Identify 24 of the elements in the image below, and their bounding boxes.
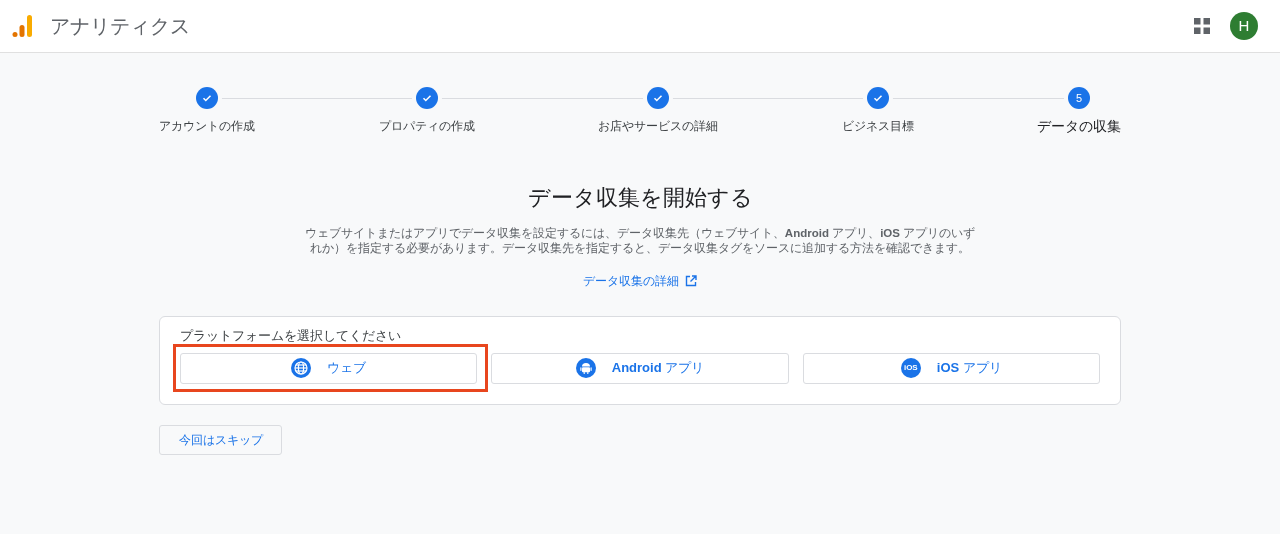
user-avatar[interactable]: H	[1230, 12, 1258, 40]
android-icon	[575, 358, 596, 378]
external-link-icon	[685, 275, 697, 287]
details-link[interactable]: データ収集の詳細	[583, 272, 697, 290]
platform-button[interactable]: iOS iOS アプリ	[802, 352, 1100, 384]
page-heading: データ収集を開始する	[526, 184, 754, 212]
globe-icon	[291, 358, 312, 378]
step-label: プロパティの作成	[378, 118, 475, 135]
step-label: ビジネス目標	[841, 118, 914, 135]
apps-grid-icon[interactable]	[1194, 18, 1210, 34]
platform-prompt: プラットフォームを選択してください	[180, 327, 402, 345]
step-label: お店やサービスの詳細	[598, 118, 718, 135]
step-label: データの収集	[1037, 117, 1121, 136]
platform-button[interactable]: Android アプリ	[491, 352, 789, 384]
platform-label: iOS アプリ	[936, 359, 1002, 378]
app-title: アナリティクス	[50, 14, 190, 39]
platform-label: Android アプリ	[611, 359, 705, 378]
description-text: ウェブサイトまたはアプリでデータ収集を設定するには、データ収集先（ウェブサイト、Android アプリ、iOS アプリのいずれか）を指定する必要があります。データ収集先を指定すると、データ収集タグをソースに追加する方法を確認できます。	[303, 226, 977, 256]
skip-button[interactable]: 今回はスキップ	[159, 424, 282, 455]
platform-label: ウェブ	[327, 359, 367, 378]
analytics-logo-icon	[12, 14, 34, 38]
platform-button[interactable]: ウェブ	[180, 352, 478, 384]
step-label: アカウントの作成	[159, 118, 255, 135]
ios-icon: iOS	[900, 358, 921, 378]
